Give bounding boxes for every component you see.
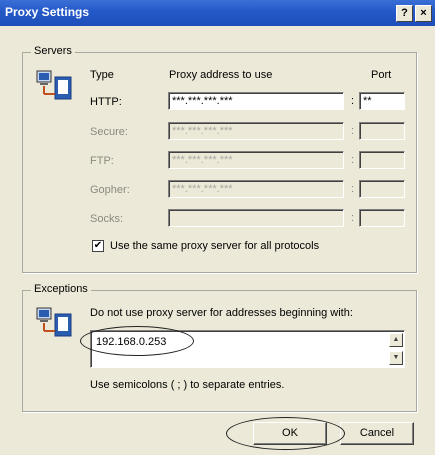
ftp-colon: : (351, 154, 355, 166)
gopher-colon: : (351, 183, 355, 195)
type-column-header: Type (90, 69, 114, 81)
network-exceptions-icon (36, 307, 72, 337)
gopher-label: Gopher: (90, 184, 130, 196)
scroll-down-button[interactable]: ▼ (389, 351, 403, 365)
socks-port-field[interactable] (359, 209, 405, 227)
same-proxy-checkbox[interactable]: ✔ (92, 240, 104, 252)
gopher-port-field[interactable] (359, 180, 405, 198)
socks-label: Socks: (90, 213, 124, 225)
http-colon: : (351, 95, 355, 107)
gopher-address-field[interactable]: ***.***.***.*** (168, 180, 344, 198)
http-address-field[interactable]: ***.***.***.*** (168, 92, 344, 110)
port-column-header: Port (371, 69, 392, 81)
close-button[interactable]: × (415, 5, 432, 22)
proxy-settings-dialog: Proxy Settings ? × Servers Type Proxy ad… (0, 0, 435, 455)
socks-address-field[interactable] (168, 209, 344, 227)
ftp-port-field[interactable] (359, 151, 405, 169)
socks-colon: : (351, 212, 355, 224)
exceptions-hint: Use semicolons ( ; ) to separate entries… (90, 379, 285, 391)
dialog-title: Proxy Settings (5, 5, 90, 19)
servers-legend: Servers (31, 45, 75, 57)
exceptions-legend: Exceptions (31, 283, 91, 295)
ftp-address-field[interactable]: ***.***.***.*** (168, 151, 344, 169)
secure-port-field[interactable] (359, 122, 405, 140)
http-port-field[interactable]: ** (359, 92, 405, 110)
same-proxy-label[interactable]: Use the same proxy server for all protoc… (110, 240, 319, 252)
secure-address-field[interactable]: ***.***.***.*** (168, 122, 344, 140)
address-column-header: Proxy address to use (169, 69, 273, 81)
value-highlight-ellipse (80, 326, 194, 356)
title-bar[interactable]: Proxy Settings ? × (0, 0, 435, 26)
help-button[interactable]: ? (396, 5, 413, 22)
http-label: HTTP: (90, 96, 122, 108)
cancel-button[interactable]: Cancel (340, 422, 414, 445)
ok-highlight-ellipse (226, 417, 345, 450)
ftp-label: FTP: (90, 155, 114, 167)
secure-colon: : (351, 125, 355, 137)
exceptions-description: Do not use proxy server for addresses be… (90, 307, 353, 319)
scroll-up-button[interactable]: ▲ (389, 333, 403, 347)
network-servers-icon (36, 70, 72, 100)
secure-label: Secure: (90, 126, 128, 138)
